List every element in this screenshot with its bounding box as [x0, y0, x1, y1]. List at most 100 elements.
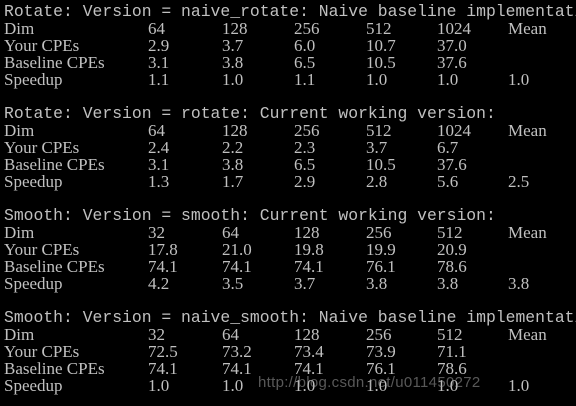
table-cell: 71.1	[437, 342, 467, 361]
block-title: Rotate: Version = naive_rotate: Naive ba…	[4, 2, 576, 21]
table-cell: 6.5	[294, 53, 316, 72]
table-cell: 17.8	[148, 240, 178, 259]
table-cell: 5.6	[437, 172, 459, 191]
table-cell: 3.7	[294, 274, 316, 293]
row-label: Speedup	[4, 172, 63, 191]
table-row-speedup: Speedup 1.3 1.7 2.9 2.8 5.6 2.5	[4, 173, 572, 190]
table-cell: 1.1	[294, 70, 316, 89]
table-cell: 128	[222, 121, 248, 140]
table-cell: 1.0	[366, 70, 388, 89]
table-row-dim: Dim 32 64 128 256 512 Mean	[4, 224, 572, 241]
table-cell: Mean	[508, 223, 547, 242]
table-cell: 72.5	[148, 342, 178, 361]
table-cell: 64	[148, 19, 165, 38]
table-cell: 21.0	[222, 240, 252, 259]
table-cell: 6.5	[294, 155, 316, 174]
table-cell: 37.6	[437, 53, 467, 72]
table-cell: 6.0	[294, 36, 316, 55]
console-window: Rotate: Version = naive_rotate: Naive ba…	[0, 0, 576, 406]
table-row-your-cpes: Your CPEs 17.8 21.0 19.8 19.9 20.9	[4, 241, 572, 258]
table-cell: 10.7	[366, 36, 396, 55]
table-cell: 2.2	[222, 138, 244, 157]
table-cell: 37.6	[437, 155, 467, 174]
table-cell: 128	[222, 19, 248, 38]
block-title: Smooth: Version = smooth: Current workin…	[4, 206, 496, 225]
table-row-your-cpes: Your CPEs 2.9 3.7 6.0 10.7 37.0	[4, 37, 572, 54]
row-label: Baseline CPEs	[4, 257, 105, 276]
row-label: Speedup	[4, 274, 63, 293]
table-cell: 10.5	[366, 53, 396, 72]
table-row-speedup: Speedup 4.2 3.5 3.7 3.8 3.8 3.8	[4, 275, 572, 292]
table-cell: 2.5	[508, 172, 530, 191]
table-cell: 64	[222, 325, 239, 344]
table-cell: 1024	[437, 19, 471, 38]
result-block-smooth: Smooth: Version = smooth: Current workin…	[4, 207, 572, 292]
row-label: Speedup	[4, 70, 63, 89]
table-row-dim: Dim 64 128 256 512 1024 Mean	[4, 20, 572, 37]
table-cell: 1.0	[222, 70, 244, 89]
row-label: Dim	[4, 121, 35, 140]
row-label: Baseline CPEs	[4, 359, 105, 378]
row-label: Dim	[4, 325, 35, 344]
table-cell: 3.8	[366, 274, 388, 293]
table-cell: 128	[294, 325, 320, 344]
table-cell: 256	[366, 325, 392, 344]
table-cell: 64	[222, 223, 239, 242]
row-label: Your CPEs	[4, 138, 80, 157]
watermark: http://blog.csdn.net/u011450272	[258, 374, 481, 391]
table-cell: 512	[437, 325, 463, 344]
table-cell: 37.0	[437, 36, 467, 55]
table-cell: 74.1	[148, 257, 178, 276]
table-cell: 256	[366, 223, 392, 242]
table-cell: 73.4	[294, 342, 324, 361]
row-label: Dim	[4, 19, 35, 38]
table-cell: 1024	[437, 121, 471, 140]
table-cell: 3.8	[508, 274, 530, 293]
table-cell: 512	[366, 121, 392, 140]
table-cell: 512	[366, 19, 392, 38]
table-cell: 10.5	[366, 155, 396, 174]
row-label: Dim	[4, 223, 35, 242]
table-cell: 32	[148, 223, 165, 242]
row-label: Baseline CPEs	[4, 155, 105, 174]
table-cell: Mean	[508, 325, 547, 344]
table-cell: 74.1	[222, 359, 252, 378]
table-cell: 74.1	[148, 359, 178, 378]
table-cell: 32	[148, 325, 165, 344]
table-cell: 1.1	[148, 70, 170, 89]
row-label: Your CPEs	[4, 240, 80, 259]
table-cell: 1.7	[222, 172, 244, 191]
table-cell: Mean	[508, 19, 547, 38]
table-cell: 20.9	[437, 240, 467, 259]
table-cell: 3.7	[222, 36, 244, 55]
table-cell: 2.9	[148, 36, 170, 55]
table-cell: 74.1	[222, 257, 252, 276]
result-block-rotate: Rotate: Version = rotate: Current workin…	[4, 105, 572, 190]
table-row-your-cpes: Your CPEs 2.4 2.2 2.3 3.7 6.7	[4, 139, 572, 156]
table-cell: 256	[294, 19, 320, 38]
table-cell: 2.3	[294, 138, 316, 157]
table-cell: 2.9	[294, 172, 316, 191]
table-cell: 1.0	[508, 70, 530, 89]
row-label: Your CPEs	[4, 36, 80, 55]
row-label: Baseline CPEs	[4, 53, 105, 72]
table-cell: 2.4	[148, 138, 170, 157]
table-cell: Mean	[508, 121, 547, 140]
table-row-baseline-cpes: Baseline CPEs 74.1 74.1 74.1 76.1 78.6	[4, 258, 572, 275]
table-cell: 3.1	[148, 53, 170, 72]
table-row-baseline-cpes: Baseline CPEs 3.1 3.8 6.5 10.5 37.6	[4, 156, 572, 173]
table-cell: 128	[294, 223, 320, 242]
table-cell: 73.9	[366, 342, 396, 361]
table-row-speedup: Speedup 1.1 1.0 1.1 1.0 1.0 1.0	[4, 71, 572, 88]
table-cell: 512	[437, 223, 463, 242]
row-label: Speedup	[4, 376, 63, 395]
result-block-naive-rotate: Rotate: Version = naive_rotate: Naive ba…	[4, 2, 576, 88]
table-cell: 19.8	[294, 240, 324, 259]
table-cell: 73.2	[222, 342, 252, 361]
table-cell: 74.1	[294, 257, 324, 276]
block-title: Smooth: Version = naive_smooth: Naive ba…	[4, 308, 576, 327]
table-cell: 4.2	[148, 274, 170, 293]
table-cell: 1.3	[148, 172, 170, 191]
table-cell: 3.8	[222, 53, 244, 72]
table-cell: 6.7	[437, 138, 459, 157]
